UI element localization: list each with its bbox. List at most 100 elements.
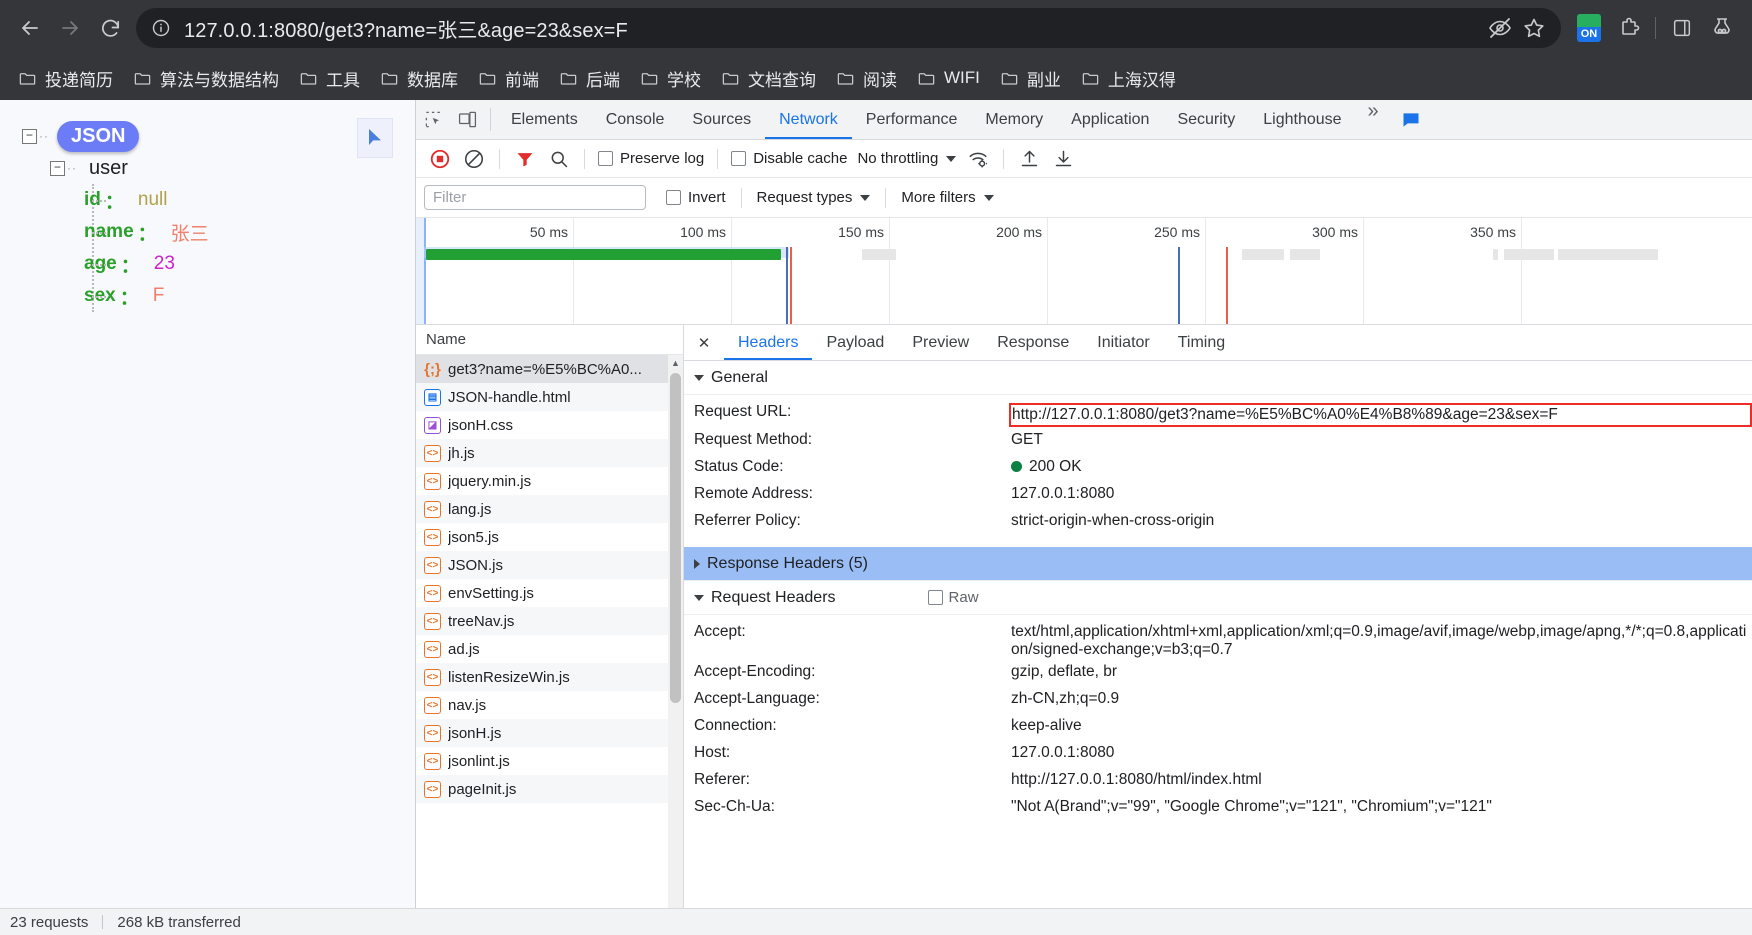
collapse-toggle-root[interactable]: − [22, 128, 37, 144]
tab-headers[interactable]: Headers [724, 325, 812, 360]
import-har-icon[interactable] [1013, 144, 1045, 174]
bookmark-item[interactable]: WIFI [907, 64, 990, 92]
tab-preview[interactable]: Preview [898, 325, 983, 360]
star-icon[interactable] [1517, 11, 1551, 45]
timeline-tick: 200 ms [996, 224, 1042, 240]
request-row[interactable]: <> envSetting.js [416, 579, 683, 607]
bookmark-item[interactable]: 数据库 [370, 62, 468, 95]
json-root-badge[interactable]: JSON [57, 120, 140, 152]
cursor-pointer-icon[interactable] [357, 118, 393, 158]
checkbox-box[interactable] [666, 190, 681, 205]
scroll-up-arrow-icon[interactable]: ▲ [668, 355, 683, 370]
bookmark-item[interactable]: 投递简历 [8, 62, 123, 95]
tab-memory[interactable]: Memory [971, 100, 1057, 139]
close-icon[interactable]: ✕ [684, 325, 724, 360]
tab-initiator[interactable]: Initiator [1083, 325, 1163, 360]
collapse-toggle-user[interactable]: − [50, 160, 65, 176]
network-overview-timeline[interactable]: 50 ms 100 ms 150 ms 200 ms 250 ms 300 ms… [416, 218, 1752, 325]
inspect-element-icon[interactable] [416, 100, 450, 139]
request-row[interactable]: <> jquery.min.js [416, 467, 683, 495]
bookmark-item[interactable]: 副业 [990, 62, 1071, 95]
tab-payload[interactable]: Payload [812, 325, 898, 360]
bookmark-item[interactable]: 前端 [468, 62, 549, 95]
more-filters-dropdown[interactable]: More filters [897, 189, 997, 206]
device-toolbar-icon[interactable] [450, 100, 484, 139]
bookmark-item[interactable]: 文档查询 [711, 62, 826, 95]
request-row[interactable]: <> pageInit.js [416, 775, 683, 803]
record-stop-icon[interactable] [424, 144, 456, 174]
tab-security[interactable]: Security [1163, 100, 1249, 139]
disable-cache-checkbox[interactable]: Disable cache [727, 150, 851, 167]
tab-sources[interactable]: Sources [678, 100, 765, 139]
filter-input[interactable] [424, 185, 646, 210]
search-icon[interactable] [543, 144, 575, 174]
filter-icon[interactable] [509, 144, 541, 174]
tab-performance[interactable]: Performance [852, 100, 972, 139]
side-panel-icon[interactable] [1662, 8, 1702, 48]
tab-application[interactable]: Application [1057, 100, 1163, 139]
profile-avatar-icon[interactable] [1702, 8, 1742, 48]
more-panels-icon[interactable]: » [1356, 100, 1391, 139]
tab-console[interactable]: Console [592, 100, 679, 139]
network-conditions-icon[interactable] [962, 144, 994, 174]
tab-response[interactable]: Response [983, 325, 1083, 360]
bookmark-item[interactable]: 后端 [549, 62, 630, 95]
clear-icon[interactable] [458, 144, 490, 174]
bookmark-label: 文档查询 [748, 70, 816, 90]
requests-list[interactable]: {;} get3?name=%E5%BC%A0... ▤ JSON-handle… [416, 355, 683, 935]
raw-checkbox[interactable]: Raw [927, 589, 979, 606]
requests-scrollbar[interactable]: ▲ ▼ [668, 355, 683, 935]
forward-button[interactable] [50, 8, 90, 48]
bookmark-item[interactable]: 算法与数据结构 [123, 62, 289, 95]
tab-lighthouse[interactable]: Lighthouse [1249, 100, 1355, 139]
address-bar[interactable]: 127.0.0.1:8080/get3?name=张三&age=23&sex=F [136, 8, 1561, 48]
request-types-dropdown[interactable]: Request types [753, 189, 875, 206]
checkbox-box[interactable] [927, 590, 943, 605]
request-row[interactable]: <> json5.js [416, 523, 683, 551]
network-split: Name {;} get3?name=%E5%BC%A0... ▤ JSON-h… [416, 325, 1752, 935]
reload-button[interactable] [90, 8, 130, 48]
bookmark-item[interactable]: 阅读 [826, 62, 907, 95]
response-headers-section-header[interactable]: Response Headers (5) [684, 547, 1752, 581]
extensions-puzzle-icon[interactable] [1609, 8, 1649, 48]
export-har-icon[interactable] [1047, 144, 1079, 174]
request-headers-section-header[interactable]: Request Headers Raw [684, 581, 1752, 615]
general-section-header[interactable]: General [684, 361, 1752, 395]
throttling-dropdown[interactable]: No throttling [853, 150, 960, 167]
request-row[interactable]: {;} get3?name=%E5%BC%A0... [416, 355, 683, 383]
site-info-icon[interactable] [148, 15, 174, 41]
tab-elements[interactable]: Elements [497, 100, 592, 139]
url-text[interactable]: 127.0.0.1:8080/get3?name=张三&age=23&sex=F [174, 14, 1483, 43]
scrollbar-thumb[interactable] [670, 373, 681, 703]
bookmark-item[interactable]: 工具 [289, 62, 370, 95]
devtools-feedback-icon[interactable] [1391, 100, 1431, 139]
checkbox-box[interactable] [731, 151, 747, 166]
tab-timing[interactable]: Timing [1164, 325, 1239, 360]
bookmark-item[interactable]: 学校 [630, 62, 711, 95]
checkbox-box[interactable] [598, 151, 613, 166]
back-button[interactable] [10, 8, 50, 48]
no-view-icon[interactable] [1483, 11, 1517, 45]
preserve-log-checkbox[interactable]: Preserve log [594, 150, 708, 167]
invert-checkbox[interactable]: Invert [662, 189, 730, 206]
bookmark-item[interactable]: 上海汉得 [1071, 62, 1186, 95]
request-row[interactable]: <> nav.js [416, 691, 683, 719]
overview-selection-handle[interactable] [416, 218, 426, 324]
header-value[interactable]: http://127.0.0.1:8080/get3?name=%E5%BC%A… [1009, 403, 1752, 427]
extension-badge-label: ON [1580, 28, 1598, 40]
request-row[interactable]: <> lang.js [416, 495, 683, 523]
tab-network[interactable]: Network [765, 100, 852, 139]
request-row[interactable]: <> ad.js [416, 635, 683, 663]
request-row[interactable]: <> listenResizeWin.js [416, 663, 683, 691]
extension-on-icon[interactable]: ON [1569, 8, 1609, 48]
request-row[interactable]: <> jsonlint.js [416, 747, 683, 775]
request-row[interactable]: ◪ jsonH.css [416, 411, 683, 439]
request-row[interactable]: <> jsonH.js [416, 719, 683, 747]
request-row[interactable]: <> treeNav.js [416, 607, 683, 635]
js-file-icon: <> [424, 780, 441, 798]
header-key: Accept-Encoding: [694, 663, 816, 680]
requests-column-header[interactable]: Name [416, 325, 683, 355]
request-row[interactable]: ▤ JSON-handle.html [416, 383, 683, 411]
request-row[interactable]: <> JSON.js [416, 551, 683, 579]
request-row[interactable]: <> jh.js [416, 439, 683, 467]
